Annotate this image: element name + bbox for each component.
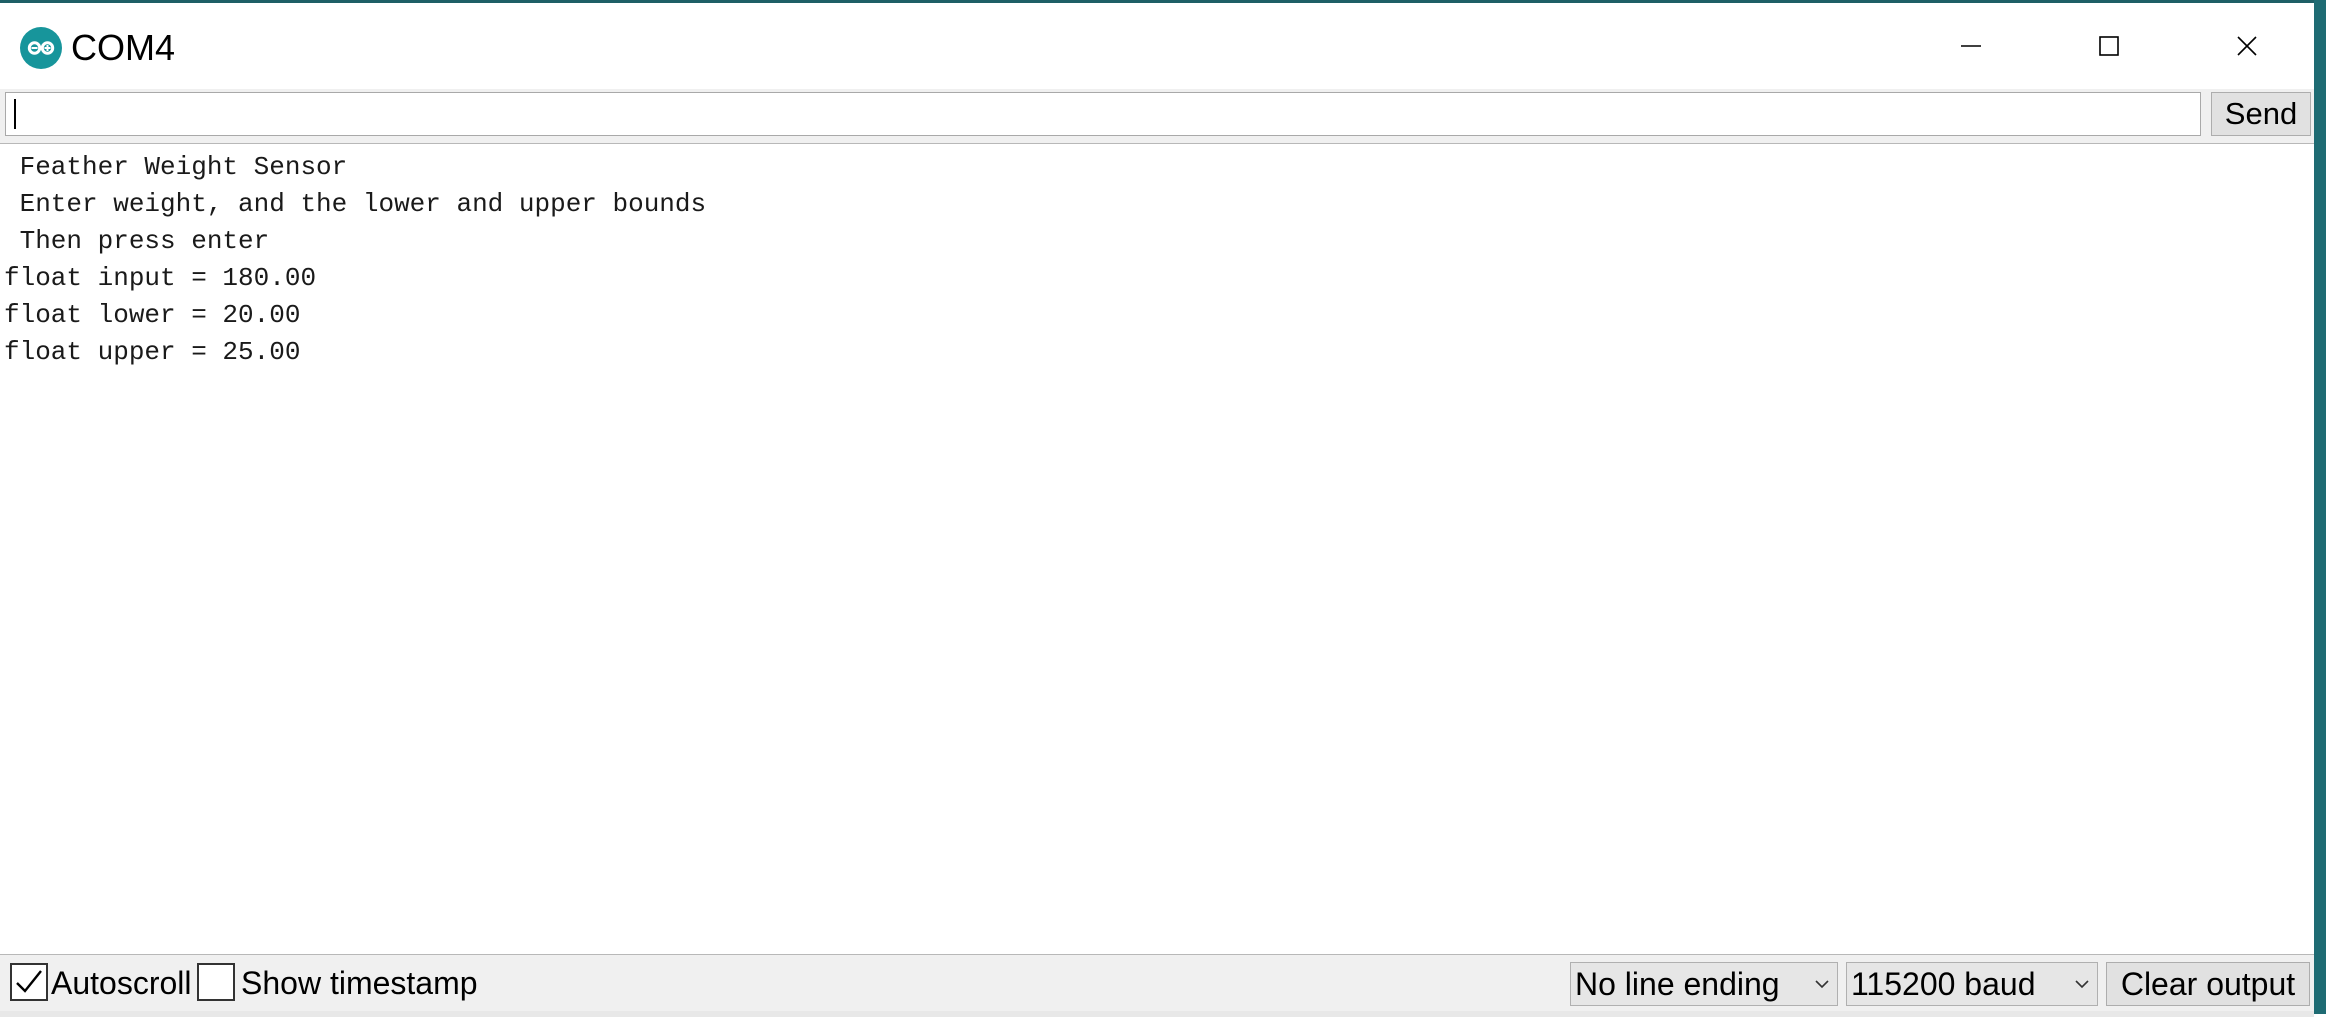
output-line: Enter weight, and the lower and upper bo…: [4, 189, 707, 219]
maximize-icon: [2099, 36, 2119, 56]
send-button[interactable]: Send: [2211, 92, 2311, 136]
window-title: COM4: [71, 27, 176, 68]
minimize-icon: [1961, 45, 1981, 47]
autoscroll-label[interactable]: Autoscroll: [51, 963, 192, 1003]
minimize-button[interactable]: [1902, 6, 2040, 86]
window-border-edge: [2314, 0, 2326, 1014]
line-ending-select[interactable]: No line ending: [1570, 962, 1838, 1006]
close-icon: [2237, 36, 2257, 56]
clear-output-button[interactable]: Clear output: [2106, 962, 2310, 1006]
output-line: Feather Weight Sensor: [4, 152, 348, 182]
send-input[interactable]: [5, 92, 2201, 136]
line-ending-value: No line ending: [1575, 966, 1780, 1002]
text-caret: [14, 99, 16, 129]
output-line: float upper = 25.00: [4, 337, 301, 367]
output-line: float lower = 20.00: [4, 300, 301, 330]
serial-monitor-window: COM4 Send Feather Weight Sensor Enter we…: [0, 0, 2314, 1017]
output-line: float input = 180.00: [4, 263, 317, 293]
show-timestamp-checkbox[interactable]: [197, 963, 235, 1001]
serial-output[interactable]: Feather Weight Sensor Enter weight, and …: [0, 143, 2314, 955]
send-row: Send: [0, 89, 2314, 143]
title-bar[interactable]: COM4: [0, 6, 2314, 86]
baud-rate-select[interactable]: 115200 baud: [1846, 962, 2098, 1006]
checkmark-icon: [16, 970, 42, 993]
output-line: Then press enter: [4, 226, 270, 256]
autoscroll-checkbox[interactable]: [10, 963, 48, 1001]
chevron-down-icon: [2075, 980, 2089, 989]
maximize-button[interactable]: [2040, 6, 2178, 86]
bottom-bar: Autoscroll Show timestamp No line ending…: [0, 955, 2314, 1011]
window-bottom-edge: [0, 1011, 2314, 1017]
close-button[interactable]: [2178, 6, 2316, 86]
show-timestamp-label[interactable]: Show timestamp: [241, 963, 478, 1003]
chevron-down-icon: [1815, 980, 1829, 989]
arduino-icon: [20, 27, 62, 69]
baud-rate-value: 115200 baud: [1851, 966, 2036, 1002]
